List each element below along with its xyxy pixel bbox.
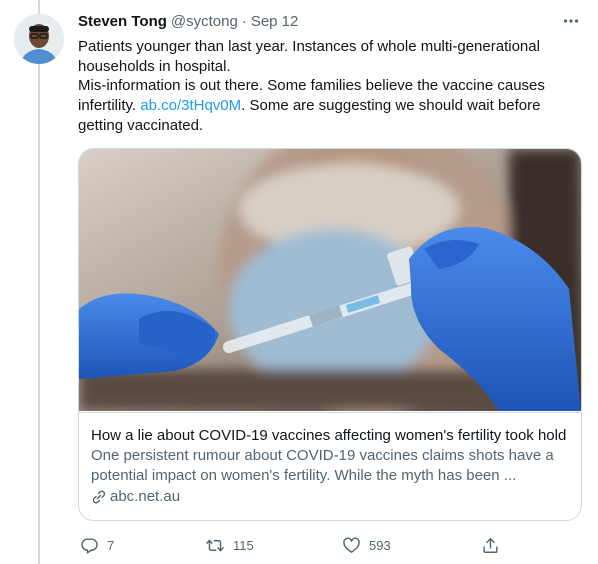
retweet-button[interactable]: 115 bbox=[198, 530, 254, 560]
card-description: One persistent rumour about COVID-19 vac… bbox=[91, 447, 554, 484]
tweet-actions: 7 115 593 bbox=[72, 530, 512, 560]
share-button[interactable] bbox=[473, 530, 507, 560]
tweet-text-line: Patients younger than last year. Instanc… bbox=[78, 38, 540, 75]
card-domain-text: abc.net.au bbox=[110, 488, 181, 505]
link-card[interactable]: How a lie about COVID-19 vaccines affect… bbox=[78, 148, 582, 521]
share-icon bbox=[473, 530, 507, 560]
tweet[interactable]: Steven Tong @syctong · Sep 12 Patients y… bbox=[0, 0, 598, 564]
tweet-text-line: Mis-information is out there. Some famil… bbox=[78, 76, 578, 135]
more-horizontal-icon bbox=[562, 12, 580, 35]
tweet-link[interactable]: ab.co/3tHqv0M bbox=[140, 97, 241, 114]
tweet-text: Patients younger than last year. Instanc… bbox=[78, 37, 578, 136]
retweet-count: 115 bbox=[233, 537, 254, 553]
card-title[interactable]: How a lie about COVID-19 vaccines affect… bbox=[91, 426, 569, 446]
card-body[interactable]: How a lie about COVID-19 vaccines affect… bbox=[79, 412, 581, 507]
like-icon bbox=[334, 530, 368, 560]
card-domain[interactable]: abc.net.au bbox=[91, 487, 569, 507]
reply-count: 7 bbox=[107, 537, 115, 553]
retweet-icon bbox=[198, 530, 232, 560]
author-handle[interactable]: @syctong bbox=[171, 13, 238, 30]
tweet-header: Steven Tong @syctong · Sep 12 bbox=[78, 13, 298, 33]
reply-icon bbox=[72, 530, 106, 560]
card-image[interactable] bbox=[79, 149, 581, 411]
link-icon bbox=[91, 489, 107, 505]
like-button[interactable]: 593 bbox=[334, 530, 391, 560]
reply-button[interactable]: 7 bbox=[72, 530, 114, 560]
tweet-date[interactable]: Sep 12 bbox=[251, 13, 299, 30]
like-count: 593 bbox=[369, 537, 391, 553]
more-options-button[interactable] bbox=[556, 8, 586, 38]
separator-dot: · bbox=[241, 13, 247, 30]
author-name[interactable]: Steven Tong bbox=[78, 13, 167, 30]
avatar[interactable] bbox=[14, 14, 64, 64]
